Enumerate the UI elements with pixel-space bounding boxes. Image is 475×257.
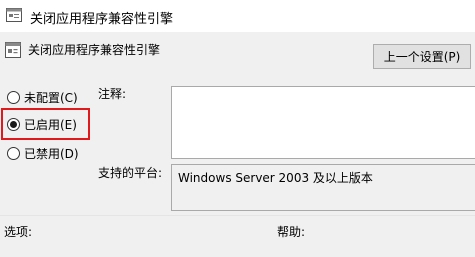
policy-icon bbox=[5, 42, 21, 58]
policy-window-icon bbox=[6, 8, 22, 22]
highlight-annotation bbox=[1, 108, 90, 140]
previous-setting-button[interactable]: 上一个设置(P) bbox=[373, 44, 471, 69]
radio-not-configured-label: 未配置(C) bbox=[24, 90, 78, 105]
divider bbox=[0, 215, 475, 216]
window-title: 关闭应用程序兼容性引擎 bbox=[30, 12, 174, 27]
title-bar: 关闭应用程序兼容性引擎 bbox=[0, 0, 475, 32]
help-label: 帮助: bbox=[277, 225, 306, 239]
supported-platforms-label: 支持的平台: bbox=[98, 166, 163, 180]
radio-disabled[interactable]: 已禁用(D) bbox=[7, 144, 79, 162]
radio-not-configured-circle[interactable] bbox=[7, 90, 20, 104]
comment-textarea[interactable] bbox=[171, 86, 475, 159]
supported-platforms-value: Windows Server 2003 及以上版本 bbox=[178, 171, 373, 185]
radio-disabled-label: 已禁用(D) bbox=[24, 146, 79, 161]
radio-disabled-circle[interactable] bbox=[7, 146, 20, 160]
supported-platforms-box: Windows Server 2003 及以上版本 bbox=[171, 164, 475, 211]
comment-label: 注释: bbox=[98, 87, 127, 101]
radio-not-configured[interactable]: 未配置(C) bbox=[7, 88, 78, 106]
policy-title: 关闭应用程序兼容性引擎 bbox=[28, 43, 161, 57]
options-label: 选项: bbox=[4, 225, 33, 239]
